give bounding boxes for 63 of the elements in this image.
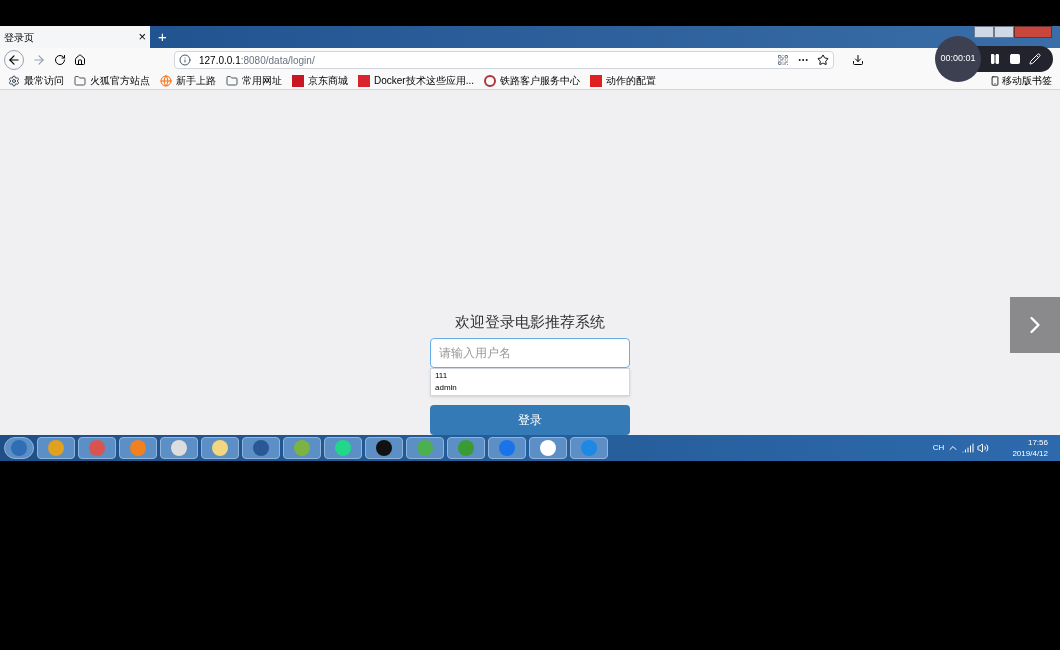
pencil-icon[interactable]: [1029, 53, 1041, 65]
suggestion-item[interactable]: 111: [431, 369, 629, 382]
reload-icon[interactable]: [54, 54, 66, 66]
signal-icon[interactable]: [962, 441, 975, 454]
app-icon: [335, 439, 351, 456]
taskbar-app-button[interactable]: [160, 436, 198, 459]
app-icon: [581, 439, 597, 456]
taskbar-app-button[interactable]: [201, 436, 239, 459]
taskbar-app-button[interactable]: [529, 436, 567, 459]
window-controls[interactable]: [974, 26, 1052, 38]
star-icon[interactable]: [817, 54, 829, 66]
url-text: 127.0.0.1:8080/data/login/: [199, 53, 315, 68]
taskbar-app-button[interactable]: [78, 436, 116, 459]
address-bar[interactable]: 127.0.0.1:8080/data/login/: [174, 51, 834, 69]
app-icon: [253, 439, 269, 456]
app-icon: [171, 439, 187, 456]
home-icon[interactable]: [74, 54, 86, 66]
back-arrow-icon: [7, 53, 21, 67]
speaker-icon[interactable]: [977, 441, 990, 454]
login-button[interactable]: 登录: [430, 404, 630, 435]
download-icon[interactable]: [852, 54, 864, 66]
app-icon: [130, 439, 146, 456]
folder-icon: [226, 74, 238, 87]
input-language[interactable]: CH: [932, 441, 945, 454]
bookmark-link[interactable]: 京东商城: [308, 73, 348, 88]
app-icon: [48, 439, 64, 456]
app-icon: [89, 439, 105, 456]
bookmark-link[interactable]: 动作的配置: [606, 73, 656, 88]
info-icon: [179, 54, 191, 66]
bookmark-link[interactable]: 新手上路: [176, 73, 216, 88]
username-field[interactable]: 请输入用户名: [430, 337, 630, 368]
qr-code-icon[interactable]: [777, 54, 789, 66]
ring-icon: [484, 74, 496, 87]
new-tab-button[interactable]: +: [150, 25, 175, 48]
taskbar-app-button[interactable]: [365, 436, 403, 459]
app-icon: [212, 439, 228, 456]
bookmark-link[interactable]: Docker技术这些应用...: [374, 73, 474, 88]
app-icon: [417, 439, 433, 456]
browser-tab[interactable]: 登录页 ×: [0, 26, 150, 48]
taskbar-app-button[interactable]: [37, 436, 75, 459]
bookmark-link[interactable]: 最常访问: [24, 73, 64, 88]
bookmark-link[interactable]: 铁路客户服务中心: [500, 73, 580, 88]
app-icon: [458, 439, 474, 456]
folder-icon: [74, 74, 86, 87]
app-icon: [540, 439, 556, 456]
bookmark-link[interactable]: 火狐官方站点: [90, 73, 150, 88]
pause-icon[interactable]: [989, 53, 1001, 65]
gear-icon: [8, 74, 20, 87]
clock[interactable]: 17:56 2019/4/12: [1004, 436, 1056, 459]
login-title: 欢迎登录电影推荐系统: [454, 312, 606, 332]
bookmark-link[interactable]: 常用网址: [242, 73, 282, 88]
suggestion-item[interactable]: admin: [431, 381, 629, 394]
taskbar-app-button[interactable]: [324, 436, 362, 459]
mobile-bookmarks-link[interactable]: 移动版书签: [1002, 73, 1052, 88]
taskbar-app-button[interactable]: [119, 436, 157, 459]
app-icon: [499, 439, 515, 456]
start-button[interactable]: [4, 436, 34, 459]
stop-icon[interactable]: [1009, 53, 1021, 65]
app-icon: [11, 439, 27, 456]
app-icon: [376, 439, 392, 456]
app-icon: [294, 439, 310, 456]
globe-icon: [160, 74, 172, 87]
phone-icon: [990, 75, 1000, 86]
